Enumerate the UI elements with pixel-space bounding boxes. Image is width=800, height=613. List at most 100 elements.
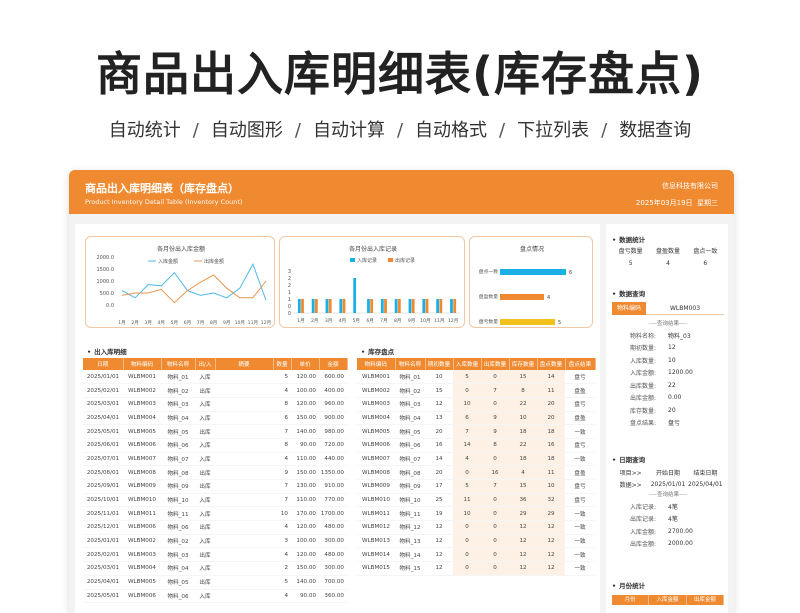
column-header: 金额	[319, 358, 348, 370]
table-cell: 0	[481, 452, 509, 467]
data-label: 5	[558, 320, 561, 326]
side-panel: 数据统计 盘亏数量 盘盈数量 盘点一致 5 4 6 数据查询 物料编码 WLBM…	[606, 224, 728, 613]
records-bar-chart: 各月份出入库记录入库记录 出库记录32211001月 2月 3月 4月 5月 6月 7月 8月 9…	[288, 245, 460, 324]
table-cell: 物料_06	[395, 438, 425, 453]
table-cell: 盘亏	[565, 438, 595, 453]
window-subtitle: Product Inventory Detail Table (Inventor…	[85, 198, 243, 206]
table-cell: 700.00	[319, 575, 347, 590]
bar-mark	[301, 299, 304, 313]
inventory-row: WLBM002 物料_02 15 0 7 8 11 盘盈	[357, 383, 595, 398]
table-cell: 130.00	[291, 479, 319, 494]
inventory-row: WLBM007 物料_07 14 4 0 18 18 一致	[357, 452, 595, 467]
end-date-input[interactable]: 2025/04/01	[687, 481, 724, 488]
table-cell: 12	[509, 547, 537, 563]
table-cell: 2025/07/01	[83, 452, 123, 467]
column-header: 库存数量	[509, 358, 538, 370]
table-cell: 物料_01	[161, 370, 195, 385]
x-tick-label: 3月	[144, 320, 152, 326]
table-cell: 9	[273, 465, 291, 480]
table-cell: WLBM013	[357, 534, 395, 549]
table-cell: 一致	[565, 534, 595, 549]
in-out-row: 2025/04/01 WLBM005 物料_05 出库 5 140.00 700.00	[83, 575, 347, 590]
table-cell: 2025/11/01	[83, 506, 123, 522]
inventory-row: WLBM014 物料_14 12 0 0 12 12 一致	[357, 547, 595, 563]
table-cell: 770.00	[319, 493, 347, 508]
in-out-row: 2025/05/01 WLBM006 物料_06 入库 4 90.00 360.00	[83, 589, 347, 604]
query-label: 物料编码	[612, 302, 646, 315]
table-cell: 480.00	[319, 547, 347, 563]
x-tick-label: 6月	[184, 320, 192, 326]
table-cell: 出库	[195, 383, 215, 398]
table-cell: 5	[453, 370, 481, 385]
table-cell: 9	[481, 424, 509, 439]
y-tick-label: 2000.0	[97, 255, 115, 261]
table-cell: 10	[453, 506, 481, 522]
result-value: 2700.00	[668, 527, 693, 535]
amount-line-chart: 各月份出入库金额入库金额 出库金额 2000.0 1500.0 1000.0 500.0 0…	[97, 245, 272, 326]
bar-mark	[453, 299, 457, 313]
start-date-input[interactable]: 2025/01/01	[649, 481, 686, 488]
table-cell: 0	[453, 465, 481, 480]
legend-swatch	[388, 258, 393, 262]
stats-labels: 盘亏数量 盘盈数量 盘点一致	[612, 246, 724, 258]
query-value[interactable]: WLBM003	[646, 302, 724, 315]
table-cell: 0	[481, 561, 509, 576]
table-cell: 物料_06	[161, 438, 195, 453]
table-cell: 2025/06/01	[83, 438, 123, 453]
table-cell: 盘亏	[565, 370, 595, 385]
inventory-row: WLBM013 物料_13 12 0 0 12 12 一致	[357, 534, 595, 549]
bar-mark	[311, 299, 315, 313]
table-cell: 0	[481, 370, 509, 385]
in-out-row: 2025/08/01 WLBM008 物料_08 出库 9 150.00 1350.00	[83, 465, 347, 480]
table-cell: 170.00	[291, 506, 319, 522]
y-tick-label: 2	[288, 276, 291, 282]
table-cell: 物料_08	[395, 465, 425, 480]
table-cell: WLBM006	[123, 520, 161, 535]
result-row: 期初数量: 12	[612, 342, 724, 355]
table-cell: 8	[509, 383, 537, 398]
table-cell: 960.00	[319, 397, 347, 412]
table-cell	[215, 370, 273, 385]
table-cell: 物料_06	[161, 589, 195, 604]
table-cell: 14	[453, 438, 481, 453]
table-cell: 90.00	[291, 438, 319, 453]
query-divider: ----查询结果----	[649, 321, 687, 327]
table-cell: 12	[537, 561, 565, 576]
table-cell: 入库	[195, 452, 215, 467]
x-tick-label: 12月	[261, 320, 271, 326]
table-cell: 物料_04	[161, 561, 195, 576]
date-head-cell: 项目>>	[619, 469, 642, 477]
in-out-row: 2025/10/01 WLBM010 物料_10 入库 7 110.00 770.00	[83, 493, 347, 508]
legend-label: 入库记录	[357, 257, 377, 264]
bar-mark	[439, 299, 443, 313]
result-value: 4笔	[668, 516, 678, 524]
y-tick-label: 0	[288, 311, 291, 317]
table-cell: 32	[537, 493, 565, 508]
stat-value: 6	[703, 260, 708, 267]
in-out-row: 2025/01/01 WLBM001 物料_01 入库 5 120.00 600.00	[83, 370, 347, 385]
table-cell: 7	[273, 479, 291, 494]
table-cell: WLBM007	[357, 452, 395, 467]
table-cell: 8	[481, 438, 509, 453]
table-cell: WLBM012	[357, 520, 395, 535]
data-label: 4	[547, 295, 550, 301]
bar-mark	[450, 299, 453, 313]
table-cell: 物料_14	[395, 547, 425, 563]
table-cell: 入库	[195, 493, 215, 508]
column-header: 单价	[291, 358, 320, 370]
result-key: 期初数量:	[629, 345, 656, 353]
bar-mark	[342, 299, 346, 313]
table-cell: 2025/12/01	[83, 520, 123, 535]
in-out-row: 2025/02/01 WLBM003 物料_03 出库 4 120.00 480.00	[83, 547, 347, 563]
table-cell: WLBM009	[123, 479, 161, 494]
inventory-row: WLBM010 物料_10 25 11 0 36 32 盘亏	[357, 493, 595, 508]
material-code-select[interactable]: 物料编码 WLBM003	[612, 302, 724, 315]
table-cell: 入库	[195, 534, 215, 549]
bar-mark	[436, 299, 440, 313]
table-cell: 4	[273, 383, 291, 398]
x-tick-label: 2月	[311, 318, 319, 324]
table-cell: 2025/09/01	[83, 479, 123, 494]
table-cell	[215, 561, 273, 576]
result-value: 22	[668, 381, 676, 389]
date-head-cell: 结束日期	[693, 469, 718, 477]
